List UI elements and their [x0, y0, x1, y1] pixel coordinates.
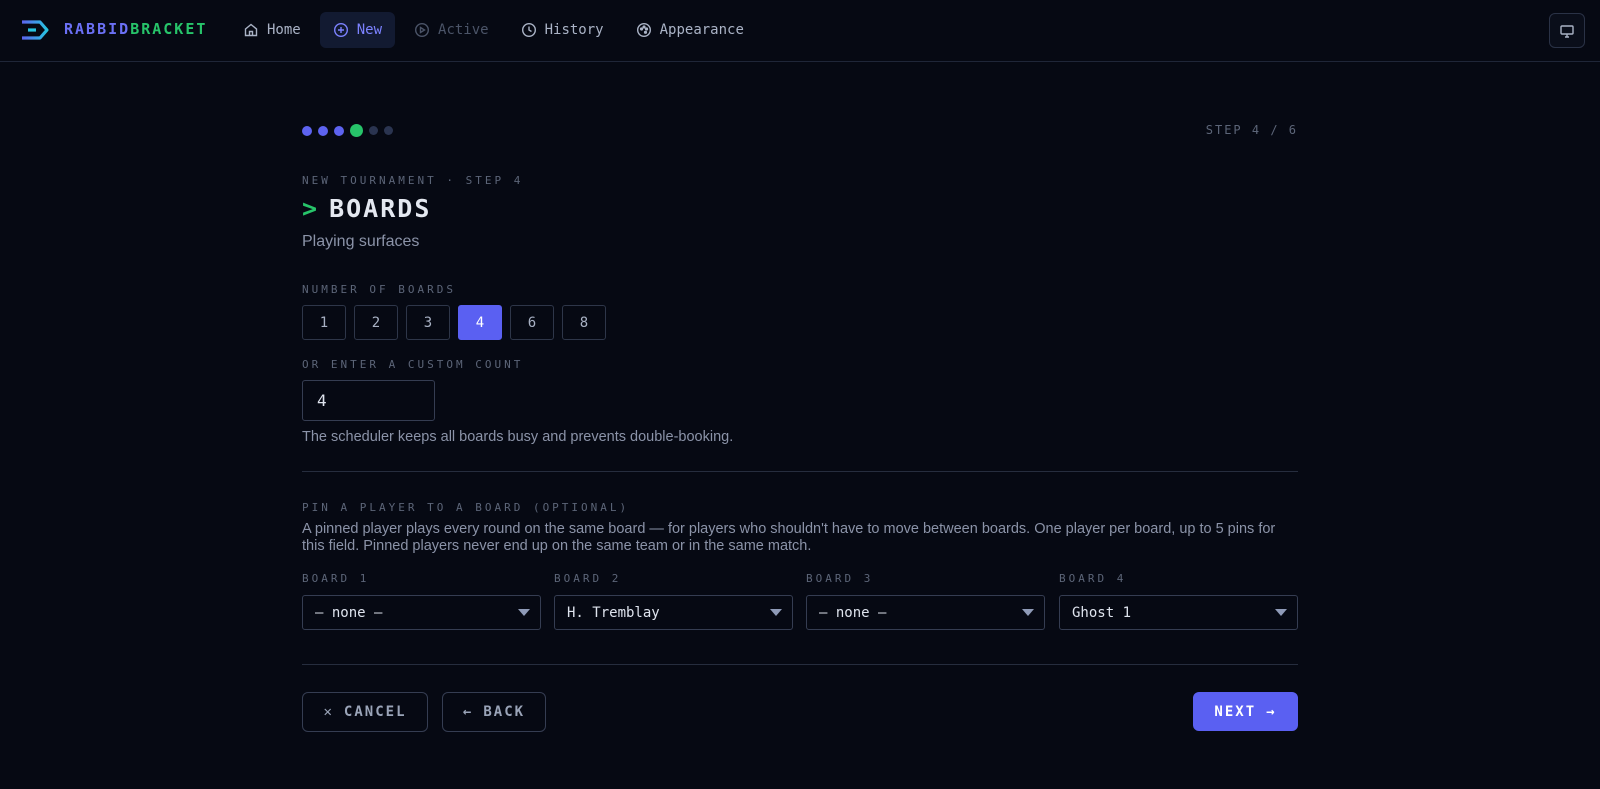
- main-nav: Home New Active History Appearance: [230, 12, 757, 48]
- arrow-left-icon: ←: [462, 704, 474, 720]
- next-label: NEXT: [1214, 703, 1257, 720]
- board-count-label: NUMBER OF BOARDS: [302, 283, 456, 296]
- nav-history[interactable]: History: [508, 12, 617, 48]
- arrow-right-icon: →: [1266, 703, 1277, 720]
- logo-arrow-icon: [22, 20, 49, 40]
- close-icon: ✕: [323, 704, 334, 720]
- board-1-label: BOARD 1: [302, 572, 370, 585]
- nav-home-label: Home: [267, 22, 301, 38]
- board-4-pin: BOARD 4 Ghost 1: [1059, 572, 1298, 630]
- board-count-option-3[interactable]: 3: [406, 305, 450, 340]
- prompt-glyph: >: [302, 194, 320, 223]
- pin-section-label: PIN A PLAYER TO A BOARD (OPTIONAL): [302, 501, 630, 514]
- board-2-pin: BOARD 2 H. Tremblay: [554, 572, 793, 630]
- step-dot-6: [384, 126, 393, 135]
- board-4-select[interactable]: Ghost 1: [1059, 595, 1298, 630]
- chevron-down-icon: [770, 609, 782, 616]
- nav-active[interactable]: Active: [401, 12, 502, 48]
- page-title: > BOARDS: [302, 194, 431, 223]
- custom-count-input[interactable]: [302, 380, 435, 421]
- nav-appearance[interactable]: Appearance: [623, 12, 757, 48]
- page-title-text: BOARDS: [329, 194, 432, 223]
- board-3-pin: BOARD 3 — none —: [806, 572, 1045, 630]
- board-1-select[interactable]: — none —: [302, 595, 541, 630]
- section-divider: [302, 471, 1298, 472]
- next-button[interactable]: NEXT →: [1193, 692, 1298, 731]
- chevron-down-icon: [518, 609, 530, 616]
- play-circle-icon: [415, 22, 430, 38]
- chevron-down-icon: [1275, 609, 1287, 616]
- nav-new[interactable]: New: [319, 12, 396, 48]
- brand-part-1: RABBID: [64, 20, 131, 38]
- chevron-down-icon: [1022, 609, 1034, 616]
- top-bar: RABBIDBRACKET Home New Active History Ap…: [0, 0, 1600, 62]
- page-subtitle: Playing surfaces: [302, 233, 420, 250]
- step-dot-4: [350, 124, 363, 137]
- step-progress: [302, 124, 393, 137]
- brand-part-2: BRACKET: [130, 20, 208, 38]
- plus-circle-icon: [333, 22, 348, 38]
- board-3-label: BOARD 3: [806, 572, 874, 585]
- step-dot-2: [318, 125, 328, 136]
- board-2-select[interactable]: H. Tremblay: [554, 595, 793, 630]
- nav-appearance-label: Appearance: [659, 22, 744, 38]
- custom-count-label: OR ENTER A CUSTOM COUNT: [302, 358, 524, 371]
- eyebrow: NEW TOURNAMENT · STEP 4: [302, 174, 524, 187]
- logo[interactable]: [20, 18, 50, 42]
- step-counter: STEP 4 / 6: [1205, 123, 1298, 137]
- cancel-label: CANCEL: [343, 704, 407, 720]
- board-2-label: BOARD 2: [554, 572, 622, 585]
- nav-home[interactable]: Home: [230, 12, 314, 48]
- board-4-label: BOARD 4: [1059, 572, 1127, 585]
- board-count-options: 123468: [302, 305, 606, 340]
- board-1-value: — none —: [315, 604, 383, 621]
- cancel-button[interactable]: ✕ CANCEL: [302, 692, 428, 732]
- board-count-option-4[interactable]: 4: [458, 305, 502, 340]
- actions-divider: [302, 664, 1298, 665]
- board-count-option-2[interactable]: 2: [354, 305, 398, 340]
- nav-new-label: New: [356, 22, 383, 38]
- board-3-value: — none —: [819, 604, 887, 621]
- nav-history-label: History: [544, 22, 604, 38]
- display-mode-button[interactable]: [1549, 13, 1585, 48]
- monitor-icon: [1560, 24, 1574, 38]
- back-label: BACK: [483, 704, 526, 720]
- step-dot-5: [369, 126, 378, 135]
- pin-description: A pinned player plays every round on the…: [302, 521, 1276, 554]
- board-4-value: Ghost 1: [1072, 604, 1132, 621]
- step-dot-3: [334, 125, 344, 136]
- board-count-option-1[interactable]: 1: [302, 305, 346, 340]
- board-1-pin: BOARD 1 — none —: [302, 572, 541, 630]
- clock-icon: [521, 22, 536, 38]
- step-dot-1: [302, 125, 312, 136]
- scheduler-helper-text: The scheduler keeps all boards busy and …: [302, 429, 734, 445]
- home-icon: [244, 23, 258, 37]
- board-3-select[interactable]: — none —: [806, 595, 1045, 630]
- brand-name[interactable]: RABBIDBRACKET: [64, 20, 207, 38]
- board-count-option-8[interactable]: 8: [562, 305, 606, 340]
- board-2-value: H. Tremblay: [567, 604, 660, 621]
- nav-active-label: Active: [438, 22, 489, 38]
- palette-icon: [636, 22, 651, 38]
- board-count-option-6[interactable]: 6: [510, 305, 554, 340]
- back-button[interactable]: ← BACK: [442, 692, 546, 732]
